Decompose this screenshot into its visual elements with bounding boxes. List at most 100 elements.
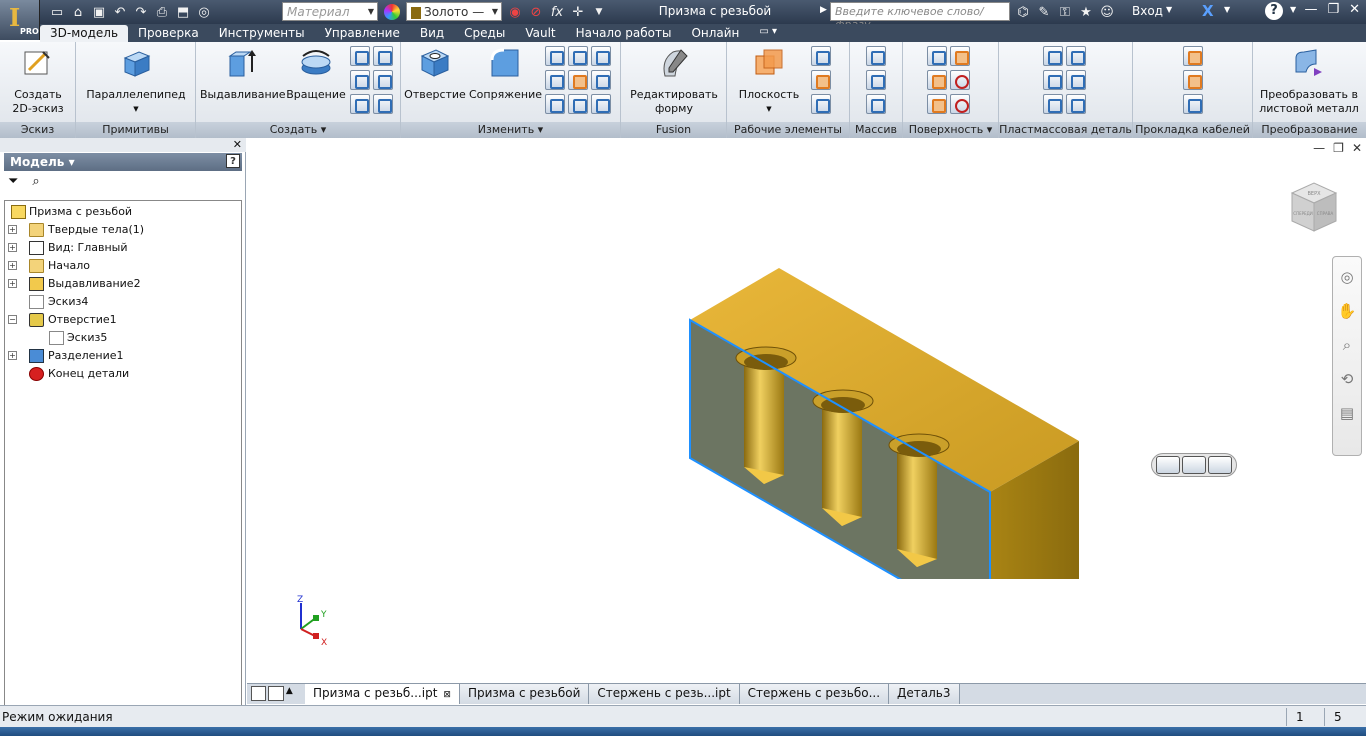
tab-get-started[interactable]: Начало работы xyxy=(566,25,682,42)
create-2d-sketch-button[interactable]: Создать 2D-эскиз xyxy=(6,46,70,116)
tree-node-extrude[interactable]: + Выдавливание2 xyxy=(5,275,241,293)
tree-node-part[interactable]: Призма с резьбой xyxy=(5,203,241,221)
graphics-window[interactable]: — ❐ ✕ ВЕРХ СПЕРЕДИ СПРАВА ◎ ✋ ⌕ ⟲ ▤ Z Y … xyxy=(247,139,1366,683)
browser-header[interactable]: Модель ▾ ? xyxy=(4,153,242,171)
delete-face-icon[interactable] xyxy=(950,94,970,114)
edit-feature-icon[interactable] xyxy=(1182,456,1206,474)
save-icon[interactable]: ▣ xyxy=(90,3,108,21)
doc-tab-active[interactable]: Призма с резьб...ipt ⊠ xyxy=(305,684,460,704)
tree-node-origin[interactable]: + Начало xyxy=(5,257,241,275)
search-expand-icon[interactable]: ▶ xyxy=(820,5,827,15)
move-face-icon[interactable] xyxy=(591,70,611,90)
binoculars-icon[interactable]: ⌬ xyxy=(1014,3,1032,21)
revolve-button[interactable]: Вращение xyxy=(284,46,348,102)
tab-tools[interactable]: Инструменты xyxy=(209,25,315,42)
chevron-down-icon[interactable]: ▼ xyxy=(1290,5,1296,14)
doc-tab[interactable]: Стержень с резь...ipt xyxy=(589,684,740,704)
snap-fit-icon[interactable] xyxy=(1066,70,1086,90)
tile-icon[interactable] xyxy=(268,686,284,701)
filter-icon[interactable]: ⏷ xyxy=(8,174,18,194)
rectangular-pattern-icon[interactable] xyxy=(866,46,886,66)
plus-icon[interactable]: ✛ xyxy=(569,3,587,21)
expand-icon[interactable]: + xyxy=(8,279,17,288)
stitch-icon[interactable] xyxy=(927,46,947,66)
circular-pattern-icon[interactable] xyxy=(866,70,886,90)
plane-button[interactable]: Плоскость ▼ xyxy=(733,46,805,116)
minimize-icon[interactable]: — xyxy=(1313,141,1325,155)
chamfer-icon[interactable] xyxy=(545,46,565,66)
tab-list-icon[interactable]: ▲ xyxy=(286,686,301,701)
chevron-down-icon[interactable]: ▼ xyxy=(1224,5,1230,14)
exchange-icon[interactable]: X xyxy=(1202,2,1214,20)
shell-icon[interactable] xyxy=(545,70,565,90)
tab-manage[interactable]: Управление xyxy=(315,25,410,42)
edit-sketch-icon[interactable] xyxy=(1156,456,1180,474)
update-icon[interactable]: ◎ xyxy=(195,3,213,21)
doc-tab[interactable]: Стержень с резьбо... xyxy=(739,684,890,704)
grill-icon[interactable] xyxy=(1043,46,1063,66)
tree-node-hole[interactable]: − Отверстие1 xyxy=(5,311,241,329)
expand-icon[interactable]: + xyxy=(8,261,17,270)
ucs-icon[interactable] xyxy=(811,94,831,114)
minimize-icon[interactable]: — xyxy=(1304,2,1317,17)
new-icon[interactable]: ▭ xyxy=(48,3,66,21)
clear-appearance-icon[interactable]: ⊘ xyxy=(527,3,545,21)
lip-icon[interactable] xyxy=(1066,94,1086,114)
thicken-icon[interactable] xyxy=(568,94,588,114)
harness-icon[interactable] xyxy=(1183,94,1203,114)
thread-icon[interactable] xyxy=(568,46,588,66)
tab-inspect[interactable]: Проверка xyxy=(128,25,209,42)
trim-icon[interactable] xyxy=(950,70,970,90)
extrude-button[interactable]: Выдавливание xyxy=(200,46,286,102)
pan-icon[interactable]: ✋ xyxy=(1333,297,1361,325)
edit-plane-icon[interactable] xyxy=(1208,456,1232,474)
help-icon[interactable]: ? xyxy=(1265,2,1283,20)
expand-icon[interactable]: + xyxy=(8,243,17,252)
close-icon[interactable]: ✕ xyxy=(1352,141,1362,155)
convert-to-sheet-metal-button[interactable]: Преобразовать в листовой металл xyxy=(1255,46,1363,116)
orbit-icon[interactable]: ⟲ xyxy=(1333,365,1361,393)
close-icon[interactable]: ✕ xyxy=(1349,2,1360,17)
close-icon[interactable]: ⊠ xyxy=(443,690,451,700)
login-button[interactable]: Вход xyxy=(1132,4,1163,18)
split-tool-icon[interactable] xyxy=(591,46,611,66)
sculpt-icon[interactable] xyxy=(927,70,947,90)
edit-form-button[interactable]: Редактировать форму xyxy=(625,46,723,116)
combine-icon[interactable] xyxy=(568,70,588,90)
rib-icon[interactable] xyxy=(373,70,393,90)
zoom-icon[interactable]: ⌕ xyxy=(1333,331,1361,359)
hole-button[interactable]: Отверстие xyxy=(403,46,467,102)
undo-icon[interactable]: ↶ xyxy=(111,3,129,21)
cascade-icon[interactable] xyxy=(251,686,267,701)
mirror-icon[interactable] xyxy=(866,94,886,114)
panel-label-modify[interactable]: Изменить ▾ xyxy=(401,122,620,138)
doc-tab[interactable]: Призма с резьбой xyxy=(459,684,590,704)
tab-view[interactable]: Вид xyxy=(410,25,454,42)
tree-node-sketch4[interactable]: Эскиз4 xyxy=(5,293,241,311)
tab-online[interactable]: Онлайн xyxy=(681,25,749,42)
tools-icon[interactable]: ✎ xyxy=(1035,3,1053,21)
viewcube[interactable]: ВЕРХ СПЕРЕДИ СПРАВА xyxy=(1288,179,1340,235)
point-icon[interactable] xyxy=(811,70,831,90)
axis-icon[interactable] xyxy=(811,46,831,66)
maximize-icon[interactable]: ❐ xyxy=(1327,2,1339,17)
replace-face-icon[interactable] xyxy=(927,94,947,114)
derive-icon[interactable] xyxy=(373,94,393,114)
steering-wheel-icon[interactable]: ◎ xyxy=(1333,263,1361,291)
return-icon[interactable]: ⬒ xyxy=(174,3,192,21)
doc-tab[interactable]: Деталь3 xyxy=(889,684,960,704)
emboss-icon[interactable] xyxy=(350,94,370,114)
boss-icon[interactable] xyxy=(1066,46,1086,66)
direct-edit-icon[interactable] xyxy=(591,94,611,114)
loft-icon[interactable] xyxy=(350,46,370,66)
collapse-icon[interactable]: − xyxy=(8,315,17,324)
adjust-icon[interactable]: ◉ xyxy=(506,3,524,21)
find-icon[interactable]: ⌕ xyxy=(32,174,39,194)
box-button[interactable]: Параллелепипед ▼ xyxy=(86,46,186,116)
rule-fillet-icon[interactable] xyxy=(1043,94,1063,114)
cable-icon[interactable] xyxy=(1183,70,1203,90)
tree-node-solid-bodies[interactable]: + Твердые тела(1) xyxy=(5,221,241,239)
coil-icon[interactable] xyxy=(350,70,370,90)
look-at-icon[interactable]: ▤ xyxy=(1333,399,1361,427)
fx-icon[interactable]: fx xyxy=(548,3,566,21)
